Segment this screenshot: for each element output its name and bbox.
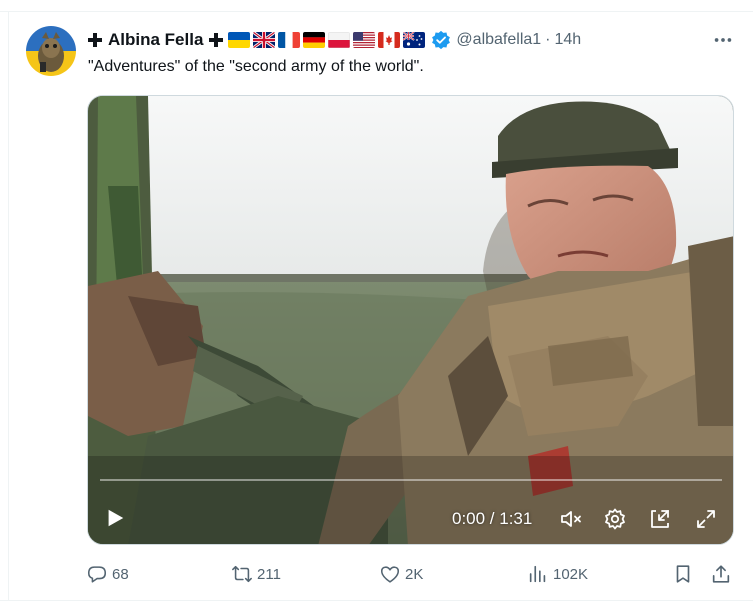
mute-icon: [561, 511, 581, 527]
views-button[interactable]: 102K: [527, 560, 588, 588]
video-time: 0:00 / 1:31: [452, 509, 533, 528]
cross-icon: [88, 33, 102, 47]
heart-icon: [380, 566, 400, 583]
settings-icon: [605, 508, 625, 530]
fullscreen-icon: [697, 510, 715, 528]
uk-flag-icon: [253, 32, 276, 48]
bookmark-button[interactable]: [672, 560, 694, 588]
verified-badge-icon: [431, 30, 451, 50]
germany-flag-icon: [303, 32, 326, 48]
play-button[interactable]: [100, 503, 130, 533]
user-handle[interactable]: @albafella1: [456, 31, 541, 49]
view-count: 102K: [553, 565, 589, 583]
action-bar: 68 211 2K 102K: [76, 560, 748, 588]
mute-button[interactable]: [556, 504, 586, 534]
picture-in-picture-button[interactable]: [645, 504, 675, 534]
france-flag-icon: [278, 32, 301, 48]
tweet-timestamp[interactable]: 14h: [555, 31, 582, 49]
cross-icon: [209, 33, 224, 47]
repost-count: 211: [257, 565, 281, 583]
share-button[interactable]: [710, 560, 732, 588]
top-divider: [0, 0, 753, 12]
pip-icon: [651, 510, 669, 528]
separator-dot: ·: [545, 31, 551, 48]
more-options-button[interactable]: [708, 28, 738, 52]
repost-button[interactable]: 211: [231, 560, 281, 588]
flag-list: [228, 32, 426, 48]
tweet-header: Albina Fella @albafella1 · 14h: [88, 29, 581, 51]
display-name[interactable]: Albina Fella: [108, 30, 203, 50]
avatar[interactable]: [26, 26, 76, 76]
bottom-divider: [0, 600, 753, 604]
video-player[interactable]: 0:00 / 1:31: [87, 95, 734, 545]
tweet[interactable]: Albina Fella @albafella1 · 14h "Adventur…: [0, 12, 753, 600]
tweet-text: "Adventures" of the "second army of the …: [88, 58, 424, 75]
video-progress-bar[interactable]: [100, 479, 722, 481]
poland-flag-icon: [328, 32, 351, 48]
settings-button[interactable]: [600, 504, 630, 534]
reply-count: 68: [112, 565, 129, 583]
ukraine-flag-icon: [228, 32, 251, 48]
reply-button[interactable]: 68: [86, 560, 129, 588]
like-button[interactable]: 2K: [379, 560, 423, 588]
play-icon: [108, 509, 124, 527]
reply-icon: [87, 566, 107, 583]
repost-icon: [232, 565, 252, 583]
more-icon: [714, 38, 732, 42]
like-count: 2K: [405, 565, 424, 583]
bookmark-icon: [676, 565, 690, 583]
views-icon: [529, 565, 546, 583]
share-icon: [712, 565, 730, 583]
australia-flag-icon: [403, 32, 426, 48]
video-frame: [88, 96, 733, 544]
fullscreen-button[interactable]: [691, 504, 721, 534]
canada-flag-icon: [378, 32, 401, 48]
usa-flag-icon: [353, 32, 376, 48]
